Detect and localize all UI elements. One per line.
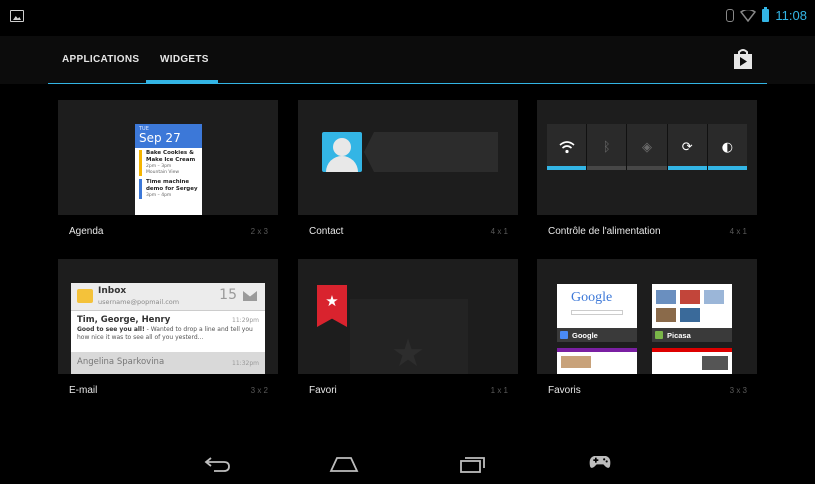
bookmark-thumbnail [652,348,732,374]
tab-divider [48,83,767,84]
widget-label: Favori [309,385,337,396]
bookmark-caption: Picasa [652,328,732,342]
email-next-time: 11:32pm [232,360,259,367]
contact-pointer [364,132,374,172]
wifi-icon [740,9,757,22]
email-next-sender: Angelina Sparkovina [77,357,165,367]
clock: 11:08 [775,8,807,23]
wifi-icon [559,140,575,153]
status-bar: 11:08 [0,0,815,36]
power-toggle-brightness: ◐ [707,124,748,170]
widget-size: 1 x 1 [490,386,508,395]
agenda-preview: TUE Sep 27 Bake Cookies & Make Ice Cream… [135,124,202,215]
envelope-icon [77,289,93,303]
contact-name-bar [374,132,498,172]
widget-preview [298,100,518,215]
tab-bar: APPLICATIONS WIDGETS [0,36,815,84]
widget-preview: Google Google Picasa [537,259,757,374]
bookmark-title: Google [572,330,598,340]
power-toggle-bluetooth: ᛒ [587,124,628,170]
widget-preview: ★ ★ [298,259,518,374]
sync-icon: ⟳ [681,139,693,155]
brightness-icon: ◐ [721,139,734,155]
system-status-icons: 11:08 [726,7,807,23]
widget-power-control[interactable]: ᛒ ◈ ⟳ ◐ Contrôle de l'alimentation 4 x 1 [537,100,757,238]
compose-icon [243,291,257,301]
email-preview: Inbox username@popmail.com 15 Tim, Georg… [71,283,265,374]
widget-size: 3 x 2 [250,386,268,395]
event-time: 3pm – 4pm [146,193,172,198]
gallery-notification-icon[interactable] [10,10,24,22]
event-title: Time machine demo for Sergey [146,179,198,192]
email-header: Inbox username@popmail.com 15 [71,283,265,311]
agenda-event: Time machine demo for Sergey 3pm – 4pm [139,179,202,199]
google-search-box [571,310,623,315]
star-icon: ★ [325,292,339,310]
gps-icon: ◈ [642,139,652,155]
widget-label: Contrôle de l'alimentation [548,226,661,237]
google-logo: Google [571,290,613,305]
battery-icon [762,7,770,22]
game-controller-icon[interactable] [584,451,616,471]
widget-label: E-mail [69,385,98,396]
widget-size: 2 x 3 [250,227,268,236]
bluetooth-icon [726,9,735,22]
back-icon[interactable] [202,454,234,474]
home-icon[interactable] [328,454,360,474]
email-account: username@popmail.com [98,298,180,306]
widget-label: Agenda [69,226,104,237]
power-toggle-wifi [547,124,588,170]
tab-widgets[interactable]: WIDGETS [160,54,209,65]
email-next-row: Angelina Sparkovina 11:32pm [71,352,265,374]
contact-avatar-icon [322,132,362,172]
google-favicon-icon [560,331,568,339]
navigation-bar [0,440,815,484]
widget-size: 4 x 1 [729,227,747,236]
widget-size: 3 x 3 [729,386,747,395]
widget-email[interactable]: Inbox username@popmail.com 15 Tim, Georg… [58,259,278,397]
email-snippet: Good to see you all! - Wanted to drop a … [77,326,261,342]
unread-count: 15 [219,287,237,303]
widget-bookmarks[interactable]: Google Google Picasa Favoris 3 x 3 [537,259,757,397]
play-store-bag-icon[interactable] [733,48,753,70]
widget-agenda[interactable]: TUE Sep 27 Bake Cookies & Make Ice Cream… [58,100,278,238]
recent-apps-icon[interactable] [456,454,488,474]
event-place: Mountain View [146,170,180,175]
email-sender: Tim, George, Henry [77,315,171,325]
widget-preview: TUE Sep 27 Bake Cookies & Make Ice Cream… [58,100,278,215]
widget-label: Contact [309,226,344,237]
bookmark-thumbnail-picasa [652,284,732,328]
bluetooth-icon: ᛒ [602,139,611,155]
email-time: 11:29pm [232,317,259,324]
email-folder: Inbox [98,286,127,296]
event-title: Bake Cookies & Make Ice Cream [146,150,196,163]
bookmark-thumbnail [557,348,637,374]
widget-preview: Inbox username@popmail.com 15 Tim, Georg… [58,259,278,374]
star-watermark-icon: ★ [391,331,426,374]
bookmark-caption: Google [557,328,637,342]
power-control-preview: ᛒ ◈ ⟳ ◐ [547,124,748,170]
widget-label: Favoris [548,385,581,396]
bookmark-thumbnail-google: Google [557,284,637,328]
widget-size: 4 x 1 [490,227,508,236]
agenda-header: TUE Sep 27 [135,124,202,148]
picasa-favicon-icon [655,331,663,339]
widget-bookmark[interactable]: ★ ★ Favori 1 x 1 [298,259,518,397]
bookmark-title: Picasa [667,330,691,340]
tab-applications[interactable]: APPLICATIONS [62,54,139,65]
power-toggle-sync: ⟳ [667,124,708,170]
widget-contact[interactable]: Contact 4 x 1 [298,100,518,238]
power-toggle-gps: ◈ [627,124,668,170]
email-subject: Good to see you all! [77,326,145,333]
agenda-date: Sep 27 [139,131,181,145]
agenda-event: Bake Cookies & Make Ice Cream 2pm – 3pm … [139,150,202,176]
widget-preview: ᛒ ◈ ⟳ ◐ [537,100,757,215]
